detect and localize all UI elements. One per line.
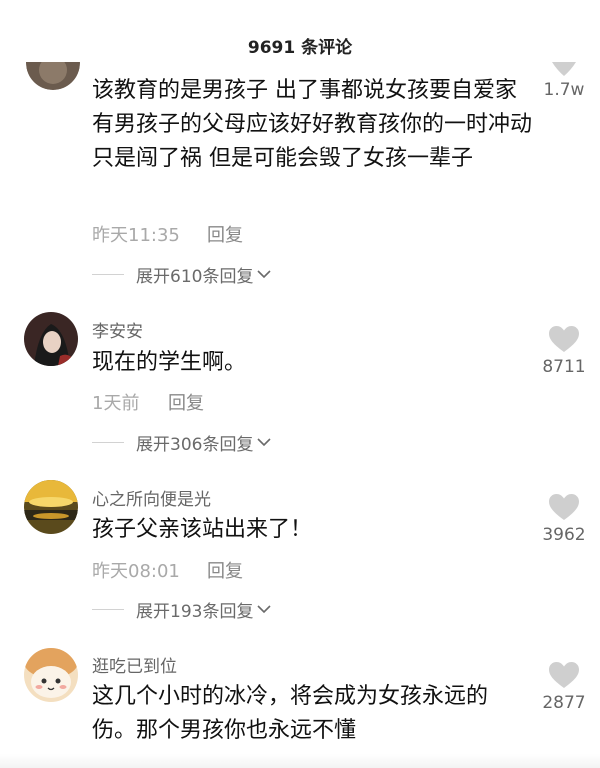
expand-replies[interactable]: 展开193条回复 [92,597,272,622]
username[interactable]: 心之所向便是光 [92,485,211,510]
chevron-down-icon [257,438,272,447]
expand-replies[interactable]: 展开610条回复 [92,262,272,287]
expand-replies-label: 展开610条回复 [136,266,254,287]
avatar[interactable] [24,312,78,366]
heart-icon [552,62,576,76]
like-button[interactable]: 1.7w [536,62,592,100]
reply-button[interactable]: 回复 [168,389,204,415]
comment-time: 昨天08:01 [92,561,180,582]
comment-time: 1天前 [92,393,140,414]
chevron-down-icon [257,270,272,279]
comment-text: 该教育的是男孩子 出了事都说女孩要自爱家有男孩子的父母应该好好教育孩你的一时冲动… [92,78,533,171]
reply-button[interactable]: 回复 [207,221,243,247]
expand-replies[interactable]: 展开306条回复 [92,430,272,455]
expand-replies-label: 展开193条回复 [136,601,254,622]
like-button[interactable]: 2877 [536,662,592,713]
comment-text: 现在的学生啊。 [92,350,247,375]
comment-count-title: 9691 条评论 [247,38,353,58]
avatar[interactable] [24,648,78,702]
divider [92,441,124,443]
comment-panel-header: 9691 条评论 [0,0,600,62]
username[interactable]: 逛吃已到位 [92,652,177,677]
like-count: 2877 [542,693,586,713]
avatar[interactable] [24,480,78,534]
heart-icon [549,662,579,688]
heart-icon [549,326,579,352]
comment-text: 孩子父亲该站出来了！ [92,517,313,542]
username[interactable]: 李安安 [92,317,143,342]
heart-icon [549,494,579,520]
like-count: 1.7w [543,80,585,100]
divider [92,273,124,275]
expand-replies-label: 展开306条回复 [136,434,254,455]
like-count: 8711 [542,357,586,377]
divider [92,608,124,610]
chevron-down-icon [257,605,272,614]
like-button[interactable]: 3962 [536,494,592,545]
like-count: 3962 [542,525,586,545]
reply-button[interactable]: 回复 [207,557,243,583]
bottom-edge [0,754,600,768]
like-button[interactable]: 8711 [536,326,592,377]
comment-text: 这几个小时的冰冷，将会成为女孩永远的伤。那个男孩你也永远不懂 [92,684,489,743]
comment-time: 昨天11:35 [92,225,180,246]
